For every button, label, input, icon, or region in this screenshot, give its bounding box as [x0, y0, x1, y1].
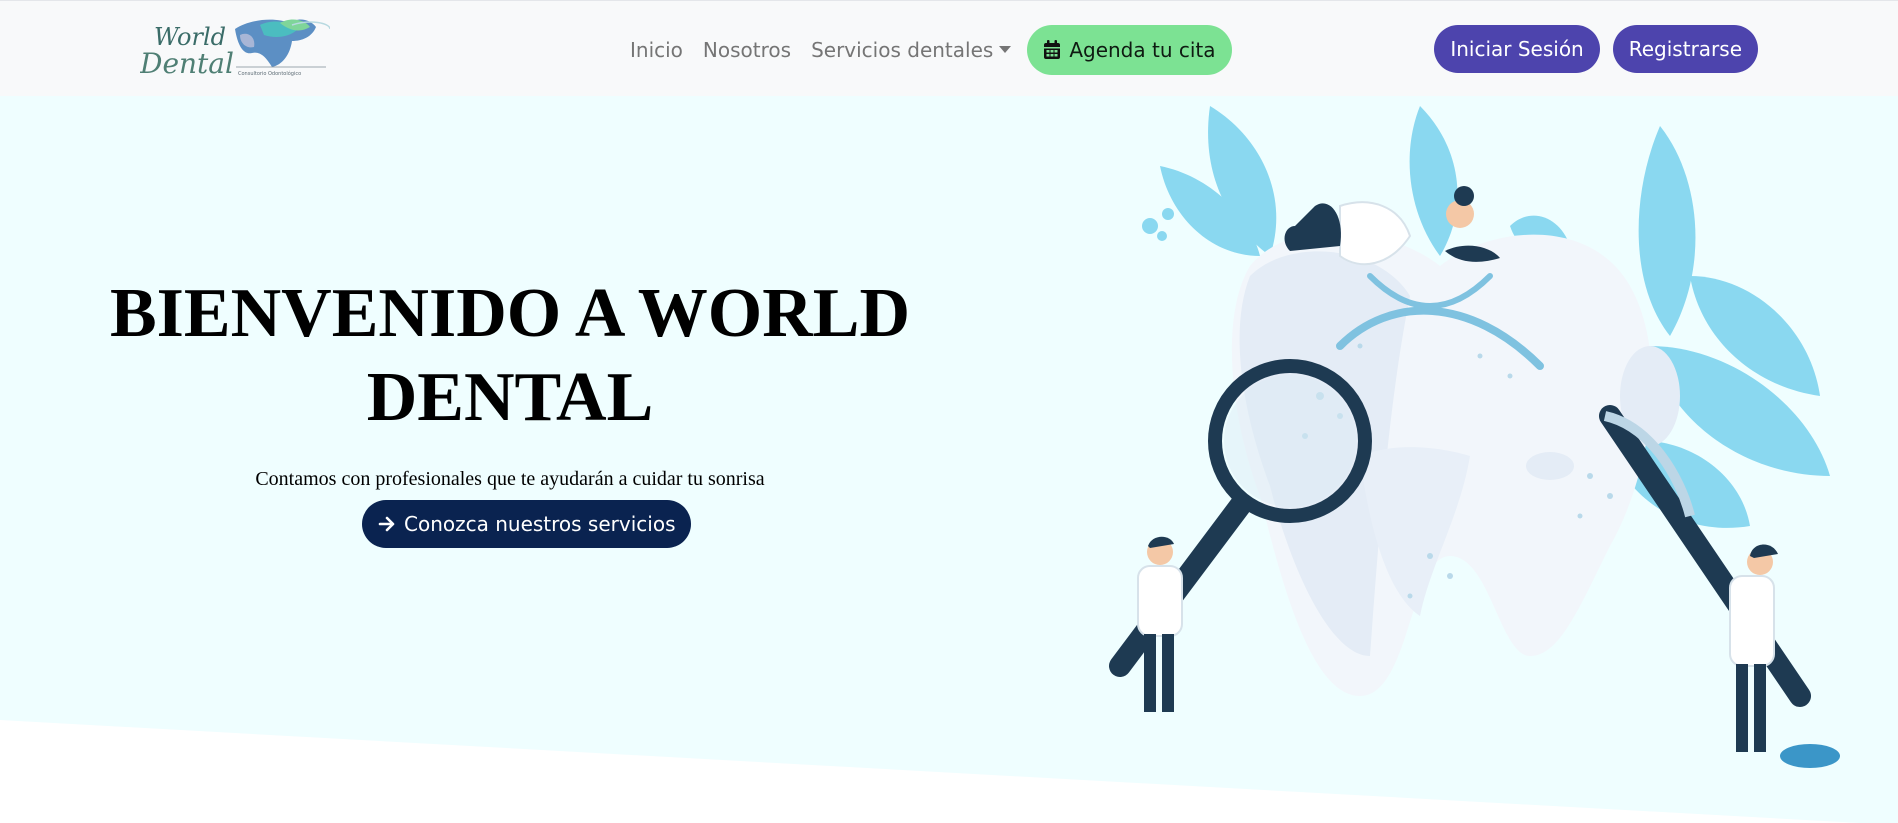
agenda-cita-label: Agenda tu cita: [1069, 38, 1216, 62]
hero-subtitle: Contamos con profesionales que te ayudar…: [255, 468, 765, 490]
hero-section: BIENVENIDO A WORLD DENTAL Contamos con p…: [0, 96, 1898, 823]
conozca-servicios-label: Conozca nuestros servicios: [404, 512, 676, 536]
hero-title: BIENVENIDO A WORLD DENTAL: [109, 275, 910, 436]
world-dental-logo: World Dental Consultorio Odontológico: [139, 19, 331, 80]
arrow-right-icon: [378, 516, 395, 532]
navbar: World Dental Consultorio Odontológico In…: [0, 0, 1898, 96]
auth-buttons: Iniciar Sesión Registrarse: [1434, 25, 1758, 73]
dental-illustration: [1109, 106, 1840, 768]
brand-logo[interactable]: World Dental Consultorio Odontológico: [139, 15, 331, 85]
agenda-cita-button[interactable]: Agenda tu cita: [1027, 25, 1232, 75]
calendar-icon: [1044, 40, 1061, 59]
nav-link-nosotros[interactable]: Nosotros: [693, 38, 801, 62]
dentist-figure-left: [1137, 536, 1183, 712]
svg-text:Dental: Dental: [140, 47, 234, 80]
conozca-servicios-button[interactable]: Conozca nuestros servicios: [362, 500, 692, 548]
caret-down-icon: [999, 46, 1012, 53]
register-button[interactable]: Registrarse: [1612, 25, 1758, 73]
nav-link-servicios-label: Servicios dentales: [811, 38, 994, 62]
nav-link-inicio[interactable]: Inicio: [620, 38, 693, 62]
main-nav: Inicio Nosotros Servicios dentales Agend…: [620, 25, 1232, 75]
svg-text:Consultorio Odontológico: Consultorio Odontológico: [238, 70, 301, 77]
nav-dropdown-servicios[interactable]: Servicios dentales: [801, 38, 1021, 62]
login-button[interactable]: Iniciar Sesión: [1434, 25, 1600, 73]
